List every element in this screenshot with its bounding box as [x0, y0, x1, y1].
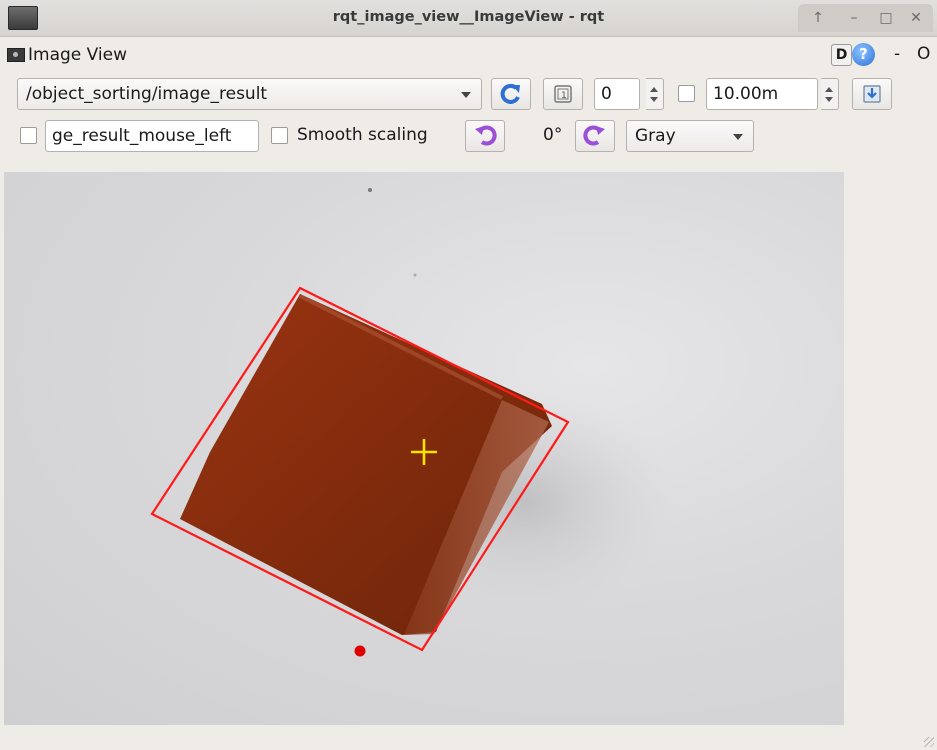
help-button[interactable]: ? — [852, 43, 875, 66]
red-marker-dot — [354, 645, 366, 657]
window-titlebar[interactable]: rqt_image_view__ImageView - rqt ↑ – □ ✕ — [0, 0, 937, 37]
close-button[interactable]: ✕ — [906, 8, 926, 28]
image-view-icon — [7, 48, 25, 62]
smooth-scaling-checkbox[interactable] — [271, 127, 288, 144]
restore-button[interactable]: ↑ — [808, 8, 828, 28]
dock-close-button[interactable]: O — [917, 44, 930, 64]
chevron-down-icon — [733, 134, 743, 140]
rotate-left-button[interactable] — [465, 120, 505, 152]
maximize-button[interactable]: □ — [876, 8, 896, 28]
image-display[interactable] — [4, 172, 844, 725]
svg-text:1: 1 — [561, 91, 567, 101]
chevron-down-icon — [461, 92, 471, 98]
rotate-right-icon — [583, 125, 605, 146]
dust-speck — [368, 188, 372, 192]
dust-speck — [413, 273, 417, 277]
rotate-right-button[interactable] — [575, 120, 615, 152]
refresh-icon — [500, 83, 520, 104]
zoom-icon: 1 — [554, 85, 572, 103]
refresh-topics-button[interactable] — [491, 78, 531, 110]
dock-minimize-button[interactable]: - — [894, 44, 900, 64]
resize-grip-icon[interactable] — [924, 737, 934, 747]
camera-image — [150, 188, 674, 657]
status-bar — [0, 726, 937, 750]
save-image-button[interactable] — [852, 78, 892, 110]
color-mode-combobox[interactable]: Gray — [626, 120, 754, 152]
window-controls: ↑ – □ ✕ — [798, 4, 933, 32]
rotation-label: 0° — [543, 125, 563, 145]
timeout-spinbox[interactable]: 10.00m — [706, 78, 818, 110]
d-button[interactable]: D — [831, 44, 852, 66]
rotate-left-icon — [475, 125, 497, 146]
smooth-scaling-label: Smooth scaling — [297, 125, 428, 145]
frame-spinbox[interactable]: 0 — [594, 78, 640, 110]
timeout-checkbox[interactable] — [678, 85, 695, 102]
window-title: rqt_image_view__ImageView - rqt — [332, 9, 605, 25]
dock-title: Image View — [28, 45, 127, 65]
mouse-topic-field[interactable]: ge_result_mouse_left — [45, 120, 259, 152]
frame-spinbox-arrows[interactable] — [646, 78, 664, 110]
minimize-button[interactable]: – — [844, 8, 864, 28]
topic-combobox-value: /object_sorting/image_result — [26, 84, 268, 104]
color-mode-value: Gray — [635, 126, 676, 146]
save-icon — [863, 85, 881, 103]
zoom-original-button[interactable]: 1 — [543, 78, 583, 110]
topic-combobox[interactable]: /object_sorting/image_result — [17, 78, 482, 110]
mouse-publish-checkbox[interactable] — [20, 127, 37, 144]
timeout-spinbox-arrows[interactable] — [821, 78, 839, 110]
